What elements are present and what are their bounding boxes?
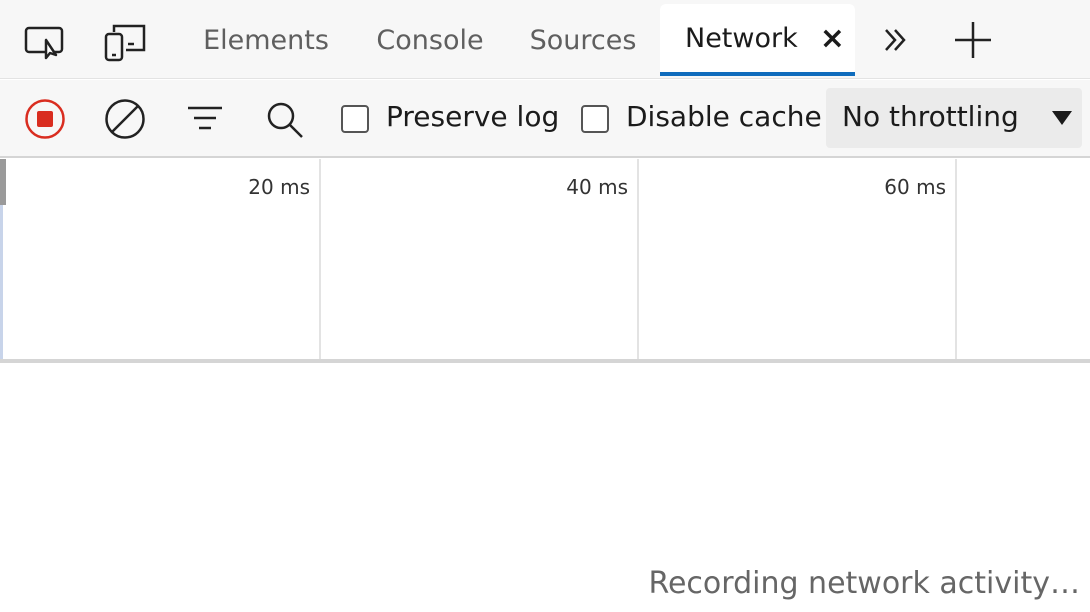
search-icon[interactable]	[264, 100, 306, 140]
tick-label: 20 ms	[248, 175, 310, 199]
preserve-log-checkbox[interactable]	[341, 105, 369, 133]
grid-line	[955, 159, 957, 359]
inspect-element-icon[interactable]	[22, 22, 66, 62]
close-tab-icon[interactable]: ×	[820, 21, 845, 56]
tab-elements[interactable]: Elements	[186, 4, 346, 76]
throttling-select[interactable]: No throttling	[826, 88, 1082, 148]
network-toolbar: Preserve log Disable cache No throttling	[0, 80, 1090, 158]
clear-icon[interactable]	[104, 98, 146, 140]
preserve-log-label[interactable]: Preserve log	[386, 100, 559, 133]
tab-label: Sources	[529, 24, 637, 56]
tab-network[interactable]: Network ×	[660, 4, 855, 76]
devtools-tab-bar: Elements Console Sources Network ×	[0, 0, 1090, 79]
network-overview-timeline[interactable]: 20 ms 40 ms 60 ms	[0, 159, 1090, 359]
throttling-value: No throttling	[842, 100, 1019, 133]
grid-line	[319, 159, 321, 359]
disable-cache-checkbox[interactable]	[581, 105, 609, 133]
tab-label: Console	[376, 24, 484, 56]
add-tab-icon[interactable]	[952, 20, 994, 60]
disable-cache-label[interactable]: Disable cache	[626, 100, 822, 133]
tick-label: 40 ms	[566, 175, 628, 199]
tab-console[interactable]: Console	[356, 4, 504, 76]
timeline-handle[interactable]	[0, 159, 6, 205]
panel-divider[interactable]	[0, 359, 1090, 363]
grid-line	[637, 159, 639, 359]
tab-label: Elements	[203, 24, 329, 56]
tab-sources[interactable]: Sources	[512, 4, 654, 76]
recording-status: Recording network activity…	[648, 566, 1080, 601]
tick-label: 60 ms	[884, 175, 946, 199]
record-stop-button[interactable]	[24, 98, 66, 140]
more-tabs-icon[interactable]	[876, 22, 916, 58]
tab-label: Network	[685, 22, 798, 54]
chevron-down-icon	[1052, 111, 1072, 125]
device-toolbar-icon[interactable]	[102, 22, 148, 64]
filter-icon[interactable]	[186, 102, 224, 136]
